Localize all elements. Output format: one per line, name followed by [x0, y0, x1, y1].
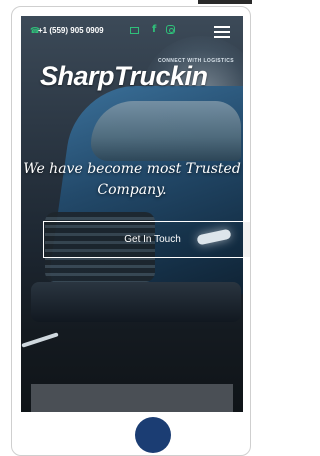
truck-bumper — [31, 282, 241, 322]
facebook-icon[interactable]: f — [152, 24, 156, 35]
hero-headline: We have become most Trusted Company. — [23, 161, 241, 198]
truck-windshield — [91, 101, 241, 161]
get-in-touch-button[interactable]: Get In Touch — [43, 221, 250, 258]
phone-icon: ☎ — [30, 26, 40, 35]
phone-frame: ☎ +1 (559) 905 0909 f CONNECT WITH LOGIS… — [11, 6, 251, 456]
phone-number[interactable]: +1 (559) 905 0909 — [38, 26, 104, 35]
brand-logo[interactable]: SharpTruckin — [40, 61, 208, 92]
road-marking — [21, 332, 59, 348]
mail-icon[interactable] — [130, 27, 139, 34]
lower-panel — [31, 384, 233, 412]
scroll-indicator-dot[interactable] — [135, 417, 171, 453]
hamburger-menu-icon[interactable] — [214, 26, 230, 38]
window-top-tab — [198, 0, 252, 4]
instagram-icon[interactable] — [166, 25, 175, 34]
